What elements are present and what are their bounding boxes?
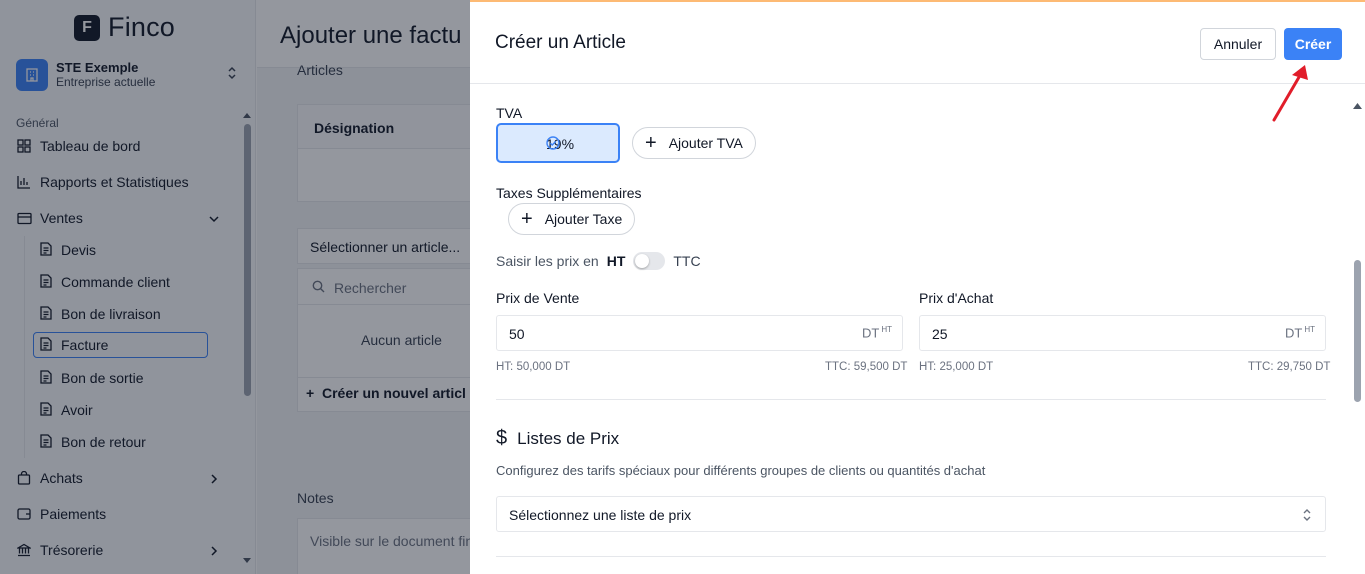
price-mode-ht: HT <box>606 253 626 269</box>
check-circle-icon <box>546 136 611 153</box>
sale-ht-hint: HT: 50,000 DT <box>496 361 571 373</box>
scroll-up-icon[interactable] <box>1353 102 1362 109</box>
plus-icon: + <box>645 132 657 154</box>
create-button[interactable]: Créer <box>1284 28 1342 60</box>
section-divider <box>496 399 1326 400</box>
price-mode-toggle[interactable] <box>633 252 666 270</box>
price-mode-label: Saisir les prix en <box>496 253 599 269</box>
section-divider <box>496 556 1326 557</box>
currency-suffix: DT HT <box>861 325 892 341</box>
dollar-icon: $ <box>496 427 508 449</box>
tva-option-19[interactable]: 19% <box>496 123 620 163</box>
purchase-price-value: 25 <box>932 326 948 342</box>
price-mode-row: Saisir les prix en HT TTC <box>496 252 701 270</box>
sale-price-value: 50 <box>509 326 525 342</box>
sale-price-input[interactable]: 50 DT HT <box>496 315 903 351</box>
purchase-ttc-hint: TTC: 29,750 DT <box>1248 361 1331 373</box>
tva-label: TVA <box>496 105 523 121</box>
purchase-price-label: Prix d'Achat <box>919 290 994 306</box>
sheet-title: Créer un Article <box>495 32 626 53</box>
plus-icon: + <box>521 208 533 230</box>
price-list-select-value: Sélectionnez une liste de prix <box>509 507 692 523</box>
extra-taxes-label: Taxes Supplémentaires <box>496 185 642 201</box>
sheet-scroll-thumb[interactable] <box>1354 260 1361 402</box>
sheet-scrollbar[interactable] <box>1352 102 1362 574</box>
price-lists-heading: $ Listes de Prix <box>496 427 620 449</box>
annotation-arrow-icon <box>1272 65 1308 122</box>
chevron-updown-icon <box>1301 507 1313 528</box>
purchase-ht-hint: HT: 25,000 DT <box>919 361 994 373</box>
cancel-button[interactable]: Annuler <box>1200 28 1276 60</box>
price-list-select[interactable]: Sélectionnez une liste de prix <box>496 496 1326 532</box>
price-mode-ttc: TTC <box>673 253 701 269</box>
add-tax-button[interactable]: + Ajouter Taxe <box>508 203 636 235</box>
purchase-price-input[interactable]: 25 DT HT <box>919 315 1326 351</box>
add-tva-button[interactable]: + Ajouter TVA <box>632 127 756 159</box>
sheet-header: Créer un Article Annuler Créer <box>470 2 1365 84</box>
currency-suffix: DT HT <box>1284 325 1315 341</box>
create-article-sheet: Créer un Article Annuler Créer TVA 19% +… <box>470 0 1365 574</box>
sale-price-label: Prix de Vente <box>496 290 580 306</box>
sale-ttc-hint: TTC: 59,500 DT <box>825 361 908 373</box>
modal-overlay[interactable] <box>0 0 470 574</box>
price-lists-description: Configurez des tarifs spéciaux pour diff… <box>496 463 986 478</box>
